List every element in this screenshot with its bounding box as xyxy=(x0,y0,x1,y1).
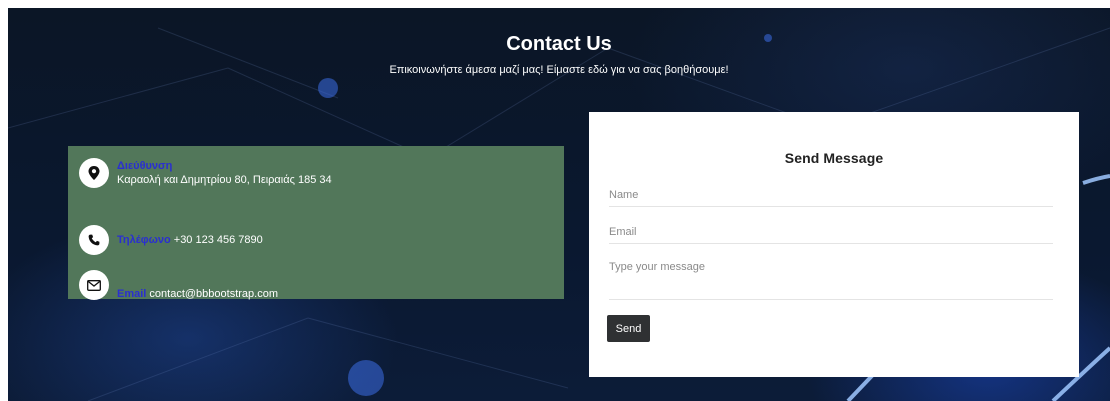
send-button[interactable]: Send xyxy=(607,315,650,342)
envelope-icon xyxy=(79,270,109,300)
email-label: Email xyxy=(117,288,147,300)
contact-info-panel: Διεύθυνση Καραολή και Δημητρίου 80, Πειρ… xyxy=(68,146,564,300)
phone-text: Τηλέφωνο +30 123 456 7890 xyxy=(117,233,263,247)
phone-label: Τηλέφωνο xyxy=(117,234,171,246)
phone-icon xyxy=(79,225,109,255)
email-value[interactable]: contact@bbbootstrap.com xyxy=(149,288,278,300)
header: Contact Us Επικοινωνήστε άμεσα μαζί μας!… xyxy=(8,30,1110,78)
address-text: Διεύθυνση Καραολή και Δημητρίου 80, Πειρ… xyxy=(117,159,332,187)
email-text: Email contact@bbbootstrap.com xyxy=(117,287,278,301)
phone-value: +30 123 456 7890 xyxy=(173,234,263,246)
map-pin-icon xyxy=(79,158,109,188)
address-row: Διεύθυνση Καραολή και Δημητρίου 80, Πειρ… xyxy=(79,158,332,188)
email-input[interactable] xyxy=(609,221,1053,244)
phone-row: Τηλέφωνο +30 123 456 7890 xyxy=(79,225,263,255)
message-textarea[interactable] xyxy=(609,258,1053,300)
contact-section: Contact Us Επικοινωνήστε άμεσα μαζί μας!… xyxy=(8,8,1110,401)
page-subtitle: Επικοινωνήστε άμεσα μαζί μας! Είμαστε εδ… xyxy=(389,64,729,76)
page-title: Contact Us xyxy=(506,33,612,55)
address-label: Διεύθυνση xyxy=(117,160,173,172)
form-title: Send Message xyxy=(784,150,884,166)
name-input[interactable] xyxy=(609,184,1053,207)
message-form-card: Send Message Send xyxy=(589,112,1079,377)
email-row: Email contact@bbbootstrap.com xyxy=(79,270,278,300)
address-value: Καραολή και Δημητρίου 80, Πειραιάς 185 3… xyxy=(117,174,332,186)
